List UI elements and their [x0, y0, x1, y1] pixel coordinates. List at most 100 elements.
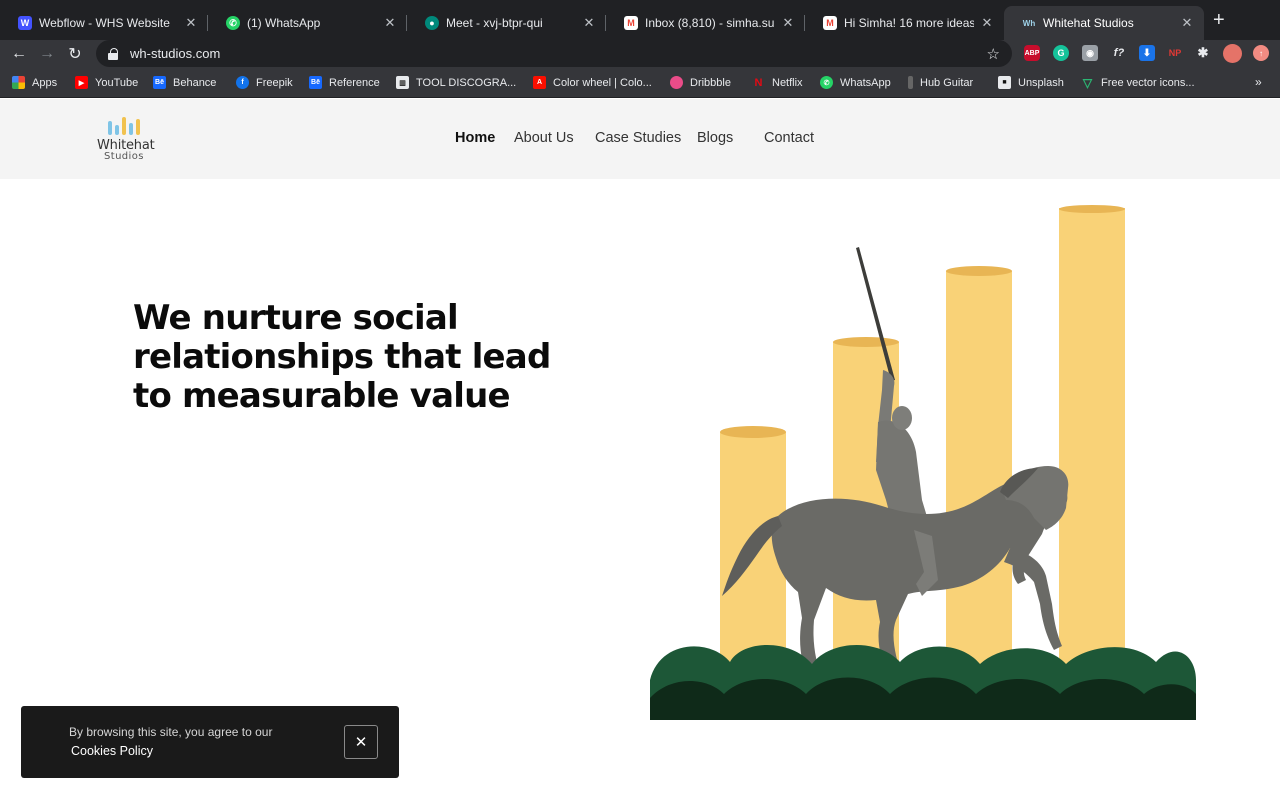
url-text: wh-studios.com — [130, 46, 221, 61]
bookmark-apps[interactable]: Apps — [12, 76, 57, 89]
bookmark-netflix[interactable]: N Netflix — [752, 76, 803, 89]
font-icon[interactable]: f? — [1111, 45, 1127, 61]
pillar-4-top — [1059, 205, 1125, 213]
bookmark-tool-discography[interactable]: ▥ TOOL DISCOGRA... — [396, 76, 516, 89]
reload-button[interactable]: ↻ — [64, 43, 86, 65]
pillar-3-top — [946, 266, 1012, 276]
close-tab-icon[interactable]: ✕ — [980, 15, 994, 31]
netflix-icon: N — [752, 76, 765, 89]
whatsapp-icon: ✆ — [820, 76, 833, 89]
more-bookmarks-icon[interactable]: » — [1255, 75, 1262, 89]
camera-icon[interactable]: ◉ — [1082, 45, 1098, 61]
grammarly-icon[interactable]: G — [1053, 45, 1069, 61]
webflow-icon: W — [18, 16, 32, 30]
adobe-icon: A — [533, 76, 546, 89]
behance-icon: Bē — [153, 76, 166, 89]
bookmark-label: Dribbble — [690, 76, 731, 89]
logo-subtitle: Studios — [104, 151, 144, 162]
bookmark-label: Free vector icons... — [1101, 76, 1195, 89]
bookmark-label: Unsplash — [1018, 76, 1064, 89]
update-icon[interactable]: ↑ — [1253, 45, 1269, 61]
bookmark-label: Netflix — [772, 76, 803, 89]
download-icon[interactable]: ⬇ — [1139, 45, 1155, 61]
cookie-close-button[interactable]: ✕ — [344, 725, 378, 759]
bookmark-label: Reference — [329, 76, 380, 89]
cookies-policy-link[interactable]: Cookies Policy — [71, 744, 153, 758]
dribbble-icon — [670, 76, 683, 89]
bookmark-whatsapp[interactable]: ✆ WhatsApp — [820, 76, 891, 89]
tab-title: Inbox (8,810) - simha.suhrut — [645, 16, 775, 30]
nav-case-studies[interactable]: Case Studies — [595, 130, 681, 146]
back-button[interactable]: ← — [8, 43, 30, 65]
pillar-1-top — [720, 426, 786, 438]
unsplash-icon: ■ — [998, 76, 1011, 89]
nav-home[interactable]: Home — [455, 130, 495, 146]
browser-toolbar: ← → ↻ wh-studios.com ☆ ABP G ◉ f? ⬇ NP ✱… — [0, 40, 1280, 68]
tab-title: (1) WhatsApp — [247, 16, 321, 30]
close-tab-icon[interactable]: ✕ — [383, 15, 397, 31]
bookmark-freepik[interactable]: f Freepik — [236, 76, 293, 89]
bookmarks-bar: Apps ▶ YouTube Bē Behance f Freepik Bē R… — [0, 68, 1280, 98]
tab-whitehat-studios[interactable]: Wh Whitehat Studios ✕ — [1004, 6, 1204, 40]
forward-button[interactable]: → — [36, 43, 58, 65]
whitehat-logo[interactable]: Whitehat Studios — [96, 117, 156, 163]
hero-headline: We nurture social relationships that lea… — [133, 299, 573, 416]
nav-blogs[interactable]: Blogs — [697, 130, 733, 146]
bookmark-unsplash[interactable]: ■ Unsplash — [998, 76, 1064, 89]
bookmark-label: Apps — [32, 76, 58, 89]
tab-webflow[interactable]: W Webflow - WHS Website ✕ — [0, 6, 208, 40]
pillar-4 — [1059, 208, 1125, 702]
bookmark-label: YouTube — [95, 76, 139, 89]
apps-grid-icon — [12, 76, 25, 89]
bookmark-free-vector-icons[interactable]: ▽ Free vector icons... — [1081, 76, 1195, 90]
behance-icon: Bē — [309, 76, 322, 89]
bookmark-dribbble[interactable]: Dribbble — [670, 76, 731, 89]
tab-meet[interactable]: ● Meet - xvj-btpr-qui ✕ — [407, 6, 606, 40]
youtube-icon: ▶ — [75, 76, 88, 89]
new-tab-button[interactable]: + — [1213, 10, 1225, 30]
tab-inbox[interactable]: M Inbox (8,810) - simha.suhrut ✕ — [606, 6, 805, 40]
logo-bars-icon — [108, 117, 144, 135]
tab-strip: W Webflow - WHS Website ✕ ✆ (1) WhatsApp… — [0, 0, 1280, 40]
bookmark-label: WhatsApp — [840, 76, 891, 89]
freepik-icon: f — [236, 76, 249, 89]
hero-line: relationships that lead — [133, 337, 551, 377]
bookmark-label: Freepik — [256, 76, 293, 89]
bookmark-label: Hub Guitar — [920, 76, 974, 89]
site-header: Whitehat Studios Home About Us Case Stud… — [0, 99, 1280, 179]
hero-illustration — [650, 205, 1196, 720]
tab-whatsapp[interactable]: ✆ (1) WhatsApp ✕ — [208, 6, 407, 40]
close-icon: ✕ — [354, 734, 368, 751]
extensions-puzzle-icon[interactable]: ✱ — [1195, 45, 1211, 61]
tab-title: Whitehat Studios — [1043, 16, 1134, 30]
close-tab-icon[interactable]: ✕ — [781, 15, 795, 31]
hero-line: We nurture social — [133, 298, 459, 338]
guitar-icon — [908, 76, 913, 89]
nav-contact[interactable]: Contact — [764, 130, 814, 146]
tool-icon: ▥ — [396, 76, 409, 89]
bookmark-star-icon[interactable]: ☆ — [987, 45, 1000, 63]
bookmark-label: TOOL DISCOGRA... — [416, 76, 517, 89]
adblock-plus-icon[interactable]: ABP — [1024, 45, 1040, 61]
close-tab-icon[interactable]: ✕ — [1180, 15, 1194, 31]
hero-line: to measurable value — [133, 376, 511, 416]
tab-title: Webflow - WHS Website — [39, 16, 170, 30]
close-tab-icon[interactable]: ✕ — [184, 15, 198, 31]
whitehat-icon: Wh — [1022, 18, 1036, 28]
tab-title: Meet - xvj-btpr-qui — [446, 16, 543, 30]
bookmark-behance[interactable]: Bē Behance — [153, 76, 216, 89]
np-icon[interactable]: NP — [1167, 45, 1183, 61]
bookmark-label: Color wheel | Colo... — [553, 76, 652, 89]
gmail-icon: M — [624, 16, 638, 30]
bookmark-color-wheel[interactable]: A Color wheel | Colo... — [533, 76, 652, 89]
bookmark-label: Behance — [173, 76, 217, 89]
whatsapp-icon: ✆ — [226, 16, 240, 30]
tab-gmail-ideas[interactable]: M Hi Simha! 16 more ideas for ✕ — [805, 6, 1004, 40]
bookmark-reference[interactable]: Bē Reference — [309, 76, 380, 89]
profile-avatar-icon[interactable] — [1223, 44, 1242, 63]
bookmark-hub-guitar[interactable]: Hub Guitar — [908, 76, 973, 89]
bookmark-youtube[interactable]: ▶ YouTube — [75, 76, 138, 89]
address-bar[interactable]: wh-studios.com ☆ — [96, 40, 1012, 67]
nav-about-us[interactable]: About Us — [514, 130, 574, 146]
close-tab-icon[interactable]: ✕ — [582, 15, 596, 31]
